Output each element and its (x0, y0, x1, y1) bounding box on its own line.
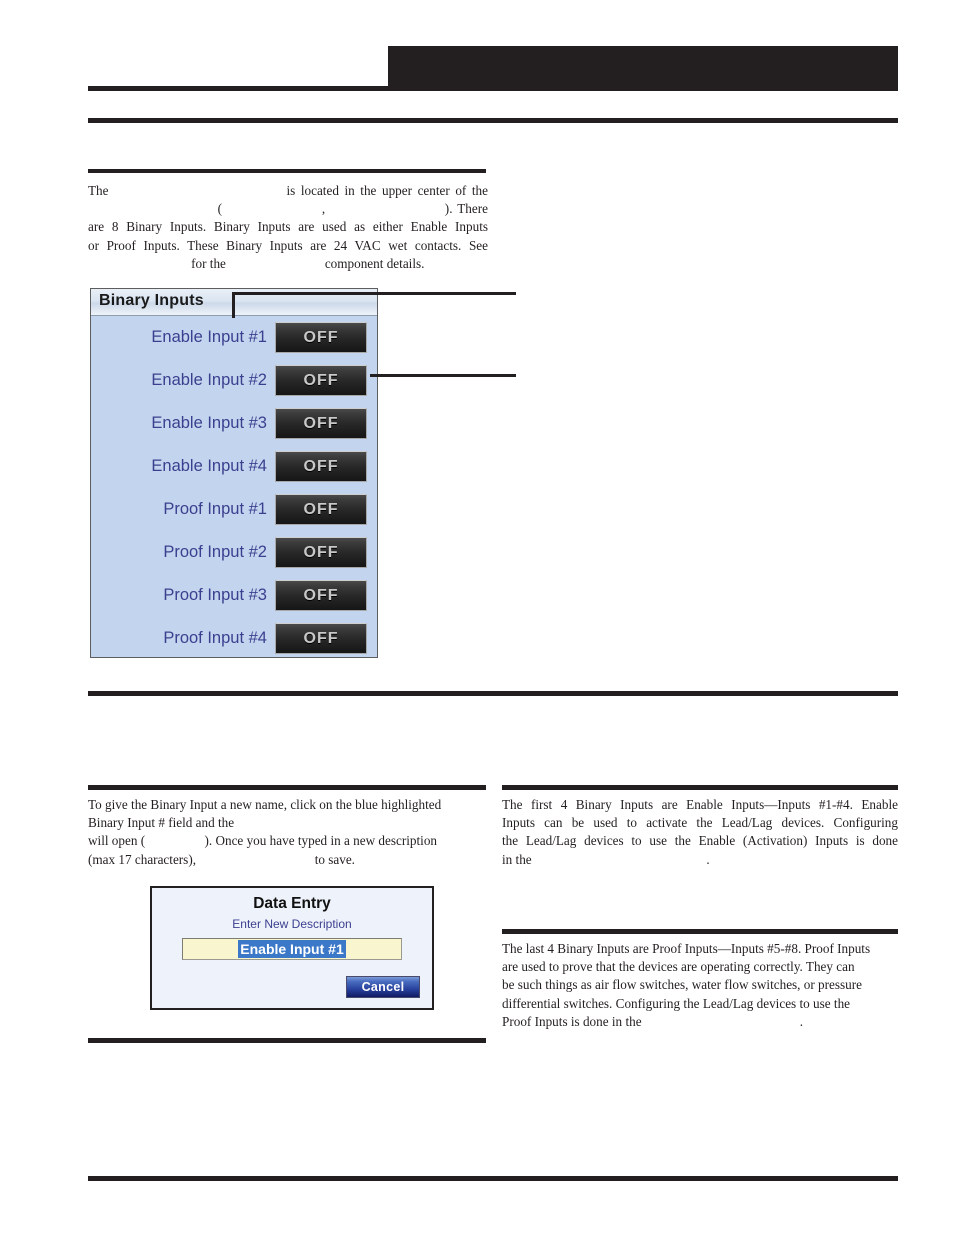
left-column-bottom-rule (88, 1038, 486, 1043)
left-column-line: To give the Binary Input a new name, cli… (88, 797, 442, 812)
binary-input-state-button[interactable]: OFF (275, 365, 367, 396)
mid-section-rule (88, 691, 898, 696)
right-column-line: The last 4 Binary Inputs are Proof Input… (502, 941, 871, 956)
binary-input-row[interactable]: Proof Input #2 OFF (91, 531, 377, 574)
binary-input-row[interactable]: Proof Input #1 OFF (91, 488, 377, 531)
right-column-line: Inputs can be used to activate the Lead/… (502, 815, 898, 831)
binary-input-label[interactable]: Proof Input #1 (163, 500, 267, 519)
description-input[interactable]: Enable Input #1 (182, 938, 402, 960)
intro-paragraph: The is located in the upper center of th… (88, 182, 488, 273)
binary-input-label[interactable]: Enable Input #1 (151, 328, 267, 347)
data-entry-title: Data Entry (253, 895, 331, 912)
intro-line: for the component details. (151, 255, 425, 271)
right-column-line: The first 4 Binary Inputs are Enable Inp… (502, 797, 898, 812)
binary-input-label[interactable]: Enable Input #2 (151, 371, 267, 390)
data-entry-subtitle: Enter New Description (232, 917, 352, 931)
callout-leader-line-top (232, 292, 516, 295)
binary-input-state-button[interactable]: OFF (275, 580, 367, 611)
intro-line: or Proof Inputs. These Binary Inputs are… (88, 237, 488, 253)
intro-rule (88, 169, 486, 173)
left-column-line: will open ( ). Once you have typed in a … (88, 833, 438, 849)
binary-input-row[interactable]: Enable Input #4 OFF (91, 445, 377, 488)
right-column-paragraph-bottom: The last 4 Binary Inputs are Proof Input… (502, 940, 900, 1031)
binary-input-row[interactable]: Proof Input #3 OFF (91, 574, 377, 617)
intro-line: are 8 Binary Inputs. Binary Inputs are u… (88, 219, 488, 235)
left-column-paragraph: To give the Binary Input a new name, cli… (88, 796, 488, 869)
right-column-line: Proof Inputs is done in the . (502, 1013, 804, 1029)
callout-leader-line-second (370, 374, 516, 377)
binary-input-label[interactable]: Proof Input #3 (163, 586, 267, 605)
right-column-line: the Lead/Lag devices to use the Enable (… (502, 833, 898, 849)
binary-input-label[interactable]: Proof Input #2 (163, 543, 267, 562)
binary-input-state-button[interactable]: OFF (275, 623, 367, 654)
binary-input-state-button[interactable]: OFF (275, 451, 367, 482)
right-column-rule-top (502, 785, 898, 790)
binary-input-row[interactable]: Proof Input #4 OFF (91, 617, 377, 660)
binary-input-row[interactable]: Enable Input #1 OFF (91, 316, 377, 359)
binary-input-state-button[interactable]: OFF (275, 322, 367, 353)
header-banner-block (388, 46, 898, 86)
right-column-line: differential switches. Configuring the L… (502, 995, 851, 1011)
section-title-rule (88, 118, 898, 123)
right-column-line: be such things as air flow switches, wat… (502, 977, 863, 993)
header-rule (88, 86, 898, 91)
intro-line: The is located in the upper center of th… (88, 183, 488, 198)
intro-line: ( , ). There (88, 201, 488, 217)
binary-input-row[interactable]: Enable Input #2 OFF (91, 359, 377, 402)
left-column-line: Binary Input # field and the (88, 815, 235, 831)
binary-input-label[interactable]: Proof Input #4 (163, 629, 267, 648)
binary-input-row[interactable]: Enable Input #3 OFF (91, 402, 377, 445)
data-entry-dialog: Data Entry Enter New Description Enable … (150, 886, 434, 1010)
binary-input-label[interactable]: Enable Input #4 (151, 457, 267, 476)
right-column-rule-bottom (502, 929, 898, 934)
binary-input-state-button[interactable]: OFF (275, 494, 367, 525)
description-input-value[interactable]: Enable Input #1 (238, 940, 346, 958)
binary-inputs-panel: Binary Inputs Enable Input #1 OFF Enable… (90, 288, 378, 658)
binary-input-state-button[interactable]: OFF (275, 408, 367, 439)
left-column-line: (max 17 characters), to save. (88, 851, 355, 867)
footer-rule (88, 1176, 898, 1181)
right-column-line: are used to prove that the devices are o… (502, 959, 855, 975)
right-column-paragraph-top: The first 4 Binary Inputs are Enable Inp… (502, 796, 898, 869)
callout-leader-stem-top (232, 292, 235, 318)
right-column-line: in the . (502, 851, 710, 867)
panel-title: Binary Inputs (99, 292, 204, 309)
binary-input-state-button[interactable]: OFF (275, 537, 367, 568)
cancel-button[interactable]: Cancel (346, 976, 420, 998)
binary-input-label[interactable]: Enable Input #3 (151, 414, 267, 433)
left-column-rule (88, 785, 486, 790)
